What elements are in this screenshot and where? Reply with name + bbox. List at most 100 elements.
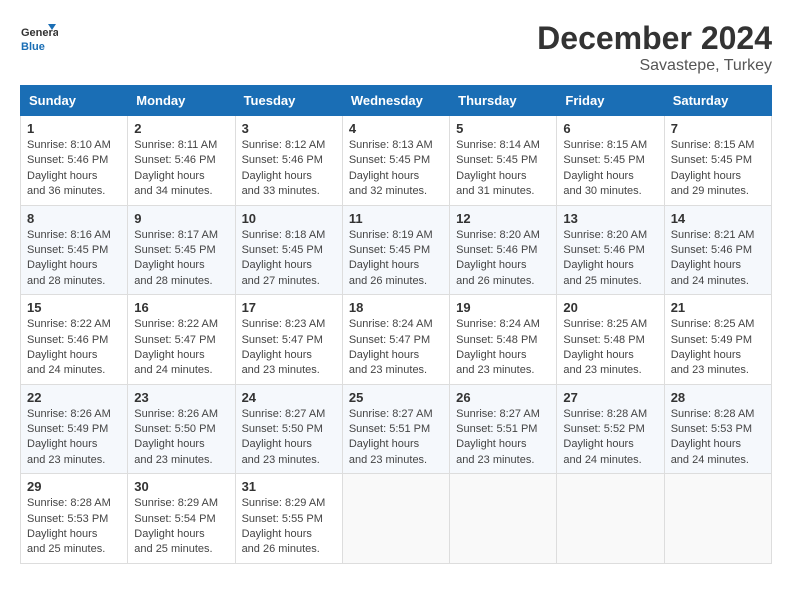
day-number: 3 [242,121,336,136]
day-info: Sunrise: 8:26 AM Sunset: 5:49 PM Dayligh… [27,407,121,469]
col-monday: Monday [128,86,235,116]
day-cell: 18 Sunrise: 8:24 AM Sunset: 5:47 PM Dayl… [342,295,449,385]
day-number: 12 [456,211,550,226]
location: Savastepe, Turkey [537,57,772,75]
day-info: Sunrise: 8:27 AM Sunset: 5:50 PM Dayligh… [242,407,336,469]
day-info: Sunrise: 8:11 AM Sunset: 5:46 PM Dayligh… [134,138,228,200]
calendar-week-row: 15 Sunrise: 8:22 AM Sunset: 5:46 PM Dayl… [21,295,772,385]
day-cell: 21 Sunrise: 8:25 AM Sunset: 5:49 PM Dayl… [664,295,771,385]
day-number: 8 [27,211,121,226]
day-info: Sunrise: 8:22 AM Sunset: 5:47 PM Dayligh… [134,317,228,379]
day-info: Sunrise: 8:12 AM Sunset: 5:46 PM Dayligh… [242,138,336,200]
empty-day-cell [557,474,664,564]
day-info: Sunrise: 8:27 AM Sunset: 5:51 PM Dayligh… [349,407,443,469]
day-number: 2 [134,121,228,136]
day-cell: 27 Sunrise: 8:28 AM Sunset: 5:52 PM Dayl… [557,384,664,474]
calendar-week-row: 1 Sunrise: 8:10 AM Sunset: 5:46 PM Dayli… [21,116,772,206]
day-cell: 6 Sunrise: 8:15 AM Sunset: 5:45 PM Dayli… [557,116,664,206]
day-info: Sunrise: 8:19 AM Sunset: 5:45 PM Dayligh… [349,228,443,290]
day-number: 21 [671,300,765,315]
day-info: Sunrise: 8:28 AM Sunset: 5:53 PM Dayligh… [671,407,765,469]
day-info: Sunrise: 8:25 AM Sunset: 5:48 PM Dayligh… [563,317,657,379]
day-cell: 16 Sunrise: 8:22 AM Sunset: 5:47 PM Dayl… [128,295,235,385]
col-saturday: Saturday [664,86,771,116]
day-number: 23 [134,390,228,405]
day-number: 1 [27,121,121,136]
day-number: 19 [456,300,550,315]
logo: General Blue [20,20,58,58]
day-info: Sunrise: 8:18 AM Sunset: 5:45 PM Dayligh… [242,228,336,290]
day-number: 27 [563,390,657,405]
day-cell: 25 Sunrise: 8:27 AM Sunset: 5:51 PM Dayl… [342,384,449,474]
col-tuesday: Tuesday [235,86,342,116]
day-cell: 11 Sunrise: 8:19 AM Sunset: 5:45 PM Dayl… [342,205,449,295]
day-cell: 22 Sunrise: 8:26 AM Sunset: 5:49 PM Dayl… [21,384,128,474]
empty-day-cell [450,474,557,564]
day-info: Sunrise: 8:20 AM Sunset: 5:46 PM Dayligh… [563,228,657,290]
title-block: December 2024 Savastepe, Turkey [537,20,772,75]
day-cell: 20 Sunrise: 8:25 AM Sunset: 5:48 PM Dayl… [557,295,664,385]
day-info: Sunrise: 8:25 AM Sunset: 5:49 PM Dayligh… [671,317,765,379]
day-info: Sunrise: 8:29 AM Sunset: 5:55 PM Dayligh… [242,496,336,558]
day-number: 15 [27,300,121,315]
day-info: Sunrise: 8:26 AM Sunset: 5:50 PM Dayligh… [134,407,228,469]
day-number: 22 [27,390,121,405]
day-cell: 28 Sunrise: 8:28 AM Sunset: 5:53 PM Dayl… [664,384,771,474]
day-number: 29 [27,479,121,494]
day-info: Sunrise: 8:15 AM Sunset: 5:45 PM Dayligh… [563,138,657,200]
empty-day-cell [342,474,449,564]
calendar-header-row: Sunday Monday Tuesday Wednesday Thursday… [21,86,772,116]
day-cell: 15 Sunrise: 8:22 AM Sunset: 5:46 PM Dayl… [21,295,128,385]
day-info: Sunrise: 8:10 AM Sunset: 5:46 PM Dayligh… [27,138,121,200]
day-number: 14 [671,211,765,226]
day-number: 17 [242,300,336,315]
day-info: Sunrise: 8:16 AM Sunset: 5:45 PM Dayligh… [27,228,121,290]
day-number: 5 [456,121,550,136]
day-info: Sunrise: 8:21 AM Sunset: 5:46 PM Dayligh… [671,228,765,290]
svg-text:Blue: Blue [21,41,45,53]
calendar-week-row: 22 Sunrise: 8:26 AM Sunset: 5:49 PM Dayl… [21,384,772,474]
day-info: Sunrise: 8:28 AM Sunset: 5:52 PM Dayligh… [563,407,657,469]
day-cell: 13 Sunrise: 8:20 AM Sunset: 5:46 PM Dayl… [557,205,664,295]
day-info: Sunrise: 8:20 AM Sunset: 5:46 PM Dayligh… [456,228,550,290]
day-number: 10 [242,211,336,226]
day-info: Sunrise: 8:23 AM Sunset: 5:47 PM Dayligh… [242,317,336,379]
col-sunday: Sunday [21,86,128,116]
empty-day-cell [664,474,771,564]
day-number: 30 [134,479,228,494]
day-number: 31 [242,479,336,494]
day-cell: 23 Sunrise: 8:26 AM Sunset: 5:50 PM Dayl… [128,384,235,474]
day-info: Sunrise: 8:29 AM Sunset: 5:54 PM Dayligh… [134,496,228,558]
day-cell: 8 Sunrise: 8:16 AM Sunset: 5:45 PM Dayli… [21,205,128,295]
day-number: 9 [134,211,228,226]
col-thursday: Thursday [450,86,557,116]
day-cell: 30 Sunrise: 8:29 AM Sunset: 5:54 PM Dayl… [128,474,235,564]
day-cell: 12 Sunrise: 8:20 AM Sunset: 5:46 PM Dayl… [450,205,557,295]
day-number: 16 [134,300,228,315]
calendar-week-row: 29 Sunrise: 8:28 AM Sunset: 5:53 PM Dayl… [21,474,772,564]
day-number: 20 [563,300,657,315]
logo-svg: General Blue [20,20,58,58]
day-cell: 5 Sunrise: 8:14 AM Sunset: 5:45 PM Dayli… [450,116,557,206]
day-info: Sunrise: 8:22 AM Sunset: 5:46 PM Dayligh… [27,317,121,379]
day-cell: 4 Sunrise: 8:13 AM Sunset: 5:45 PM Dayli… [342,116,449,206]
day-cell: 14 Sunrise: 8:21 AM Sunset: 5:46 PM Dayl… [664,205,771,295]
calendar-week-row: 8 Sunrise: 8:16 AM Sunset: 5:45 PM Dayli… [21,205,772,295]
day-info: Sunrise: 8:17 AM Sunset: 5:45 PM Dayligh… [134,228,228,290]
day-info: Sunrise: 8:24 AM Sunset: 5:48 PM Dayligh… [456,317,550,379]
day-cell: 24 Sunrise: 8:27 AM Sunset: 5:50 PM Dayl… [235,384,342,474]
day-info: Sunrise: 8:28 AM Sunset: 5:53 PM Dayligh… [27,496,121,558]
day-number: 24 [242,390,336,405]
col-friday: Friday [557,86,664,116]
day-number: 13 [563,211,657,226]
day-info: Sunrise: 8:13 AM Sunset: 5:45 PM Dayligh… [349,138,443,200]
page-header: General Blue December 2024 Savastepe, Tu… [20,20,772,75]
day-number: 28 [671,390,765,405]
day-cell: 26 Sunrise: 8:27 AM Sunset: 5:51 PM Dayl… [450,384,557,474]
day-cell: 7 Sunrise: 8:15 AM Sunset: 5:45 PM Dayli… [664,116,771,206]
calendar-table: Sunday Monday Tuesday Wednesday Thursday… [20,85,772,564]
day-info: Sunrise: 8:27 AM Sunset: 5:51 PM Dayligh… [456,407,550,469]
day-info: Sunrise: 8:14 AM Sunset: 5:45 PM Dayligh… [456,138,550,200]
day-cell: 31 Sunrise: 8:29 AM Sunset: 5:55 PM Dayl… [235,474,342,564]
day-number: 6 [563,121,657,136]
